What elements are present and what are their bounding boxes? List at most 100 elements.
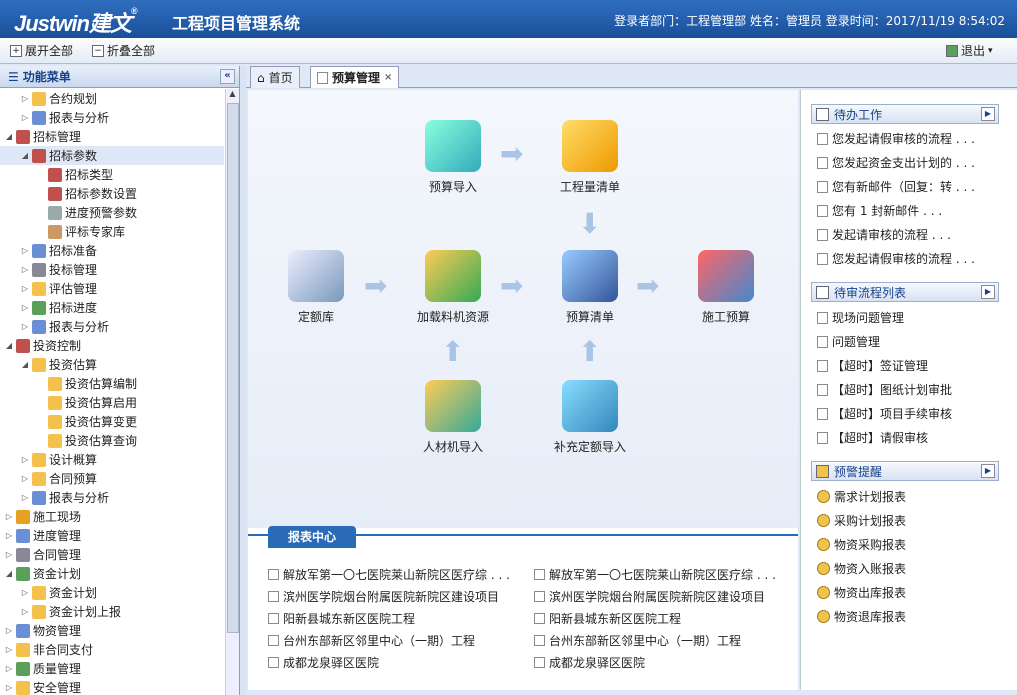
menu-item[interactable]: ◢ 投资控制: [0, 336, 224, 355]
flow-node-supplementary-quota-import[interactable]: 补充定额导入: [540, 380, 640, 455]
flow-node-construction-budget[interactable]: 施工预算: [676, 250, 776, 325]
menu-item[interactable]: ▷ 招标进度: [0, 298, 224, 317]
menu-item[interactable]: ▷ 资金计划: [0, 583, 224, 602]
report-link[interactable]: 解放军第一〇七医院莱山新院区医疗综 . . .: [534, 566, 792, 583]
report-link[interactable]: 阳新县城东新区医院工程: [534, 610, 792, 627]
menu-item[interactable]: ◢ 投资估算: [0, 355, 224, 374]
menu-item[interactable]: ▷ 招标准备: [0, 241, 224, 260]
todo-item[interactable]: 您有新邮件（回复：转 . . .: [817, 178, 997, 195]
expand-arrow-icon[interactable]: ▶: [981, 285, 995, 299]
menu-item[interactable]: 招标参数设置: [0, 184, 224, 203]
expander-icon[interactable]: ▷: [20, 303, 30, 312]
expander-icon[interactable]: ▷: [20, 246, 30, 255]
report-link[interactable]: 滨州医学院烟台附属医院新院区建设项目: [268, 588, 526, 605]
review-item[interactable]: 【超时】项目手续审核: [817, 405, 997, 422]
expander-icon[interactable]: ▷: [20, 94, 30, 103]
alert-item[interactable]: 物资采购报表: [817, 536, 997, 553]
tab-budget-management[interactable]: 预算管理 ×: [310, 66, 400, 88]
menu-item[interactable]: ◢ 资金计划: [0, 564, 224, 583]
menu-item[interactable]: ▷ 合约规划: [0, 89, 224, 108]
flow-node-quota-library[interactable]: 定额库: [266, 250, 366, 325]
expander-icon[interactable]: ◢: [20, 360, 30, 369]
report-link[interactable]: 阳新县城东新区医院工程: [268, 610, 526, 627]
expander-icon[interactable]: ▷: [4, 664, 14, 673]
alert-item[interactable]: 物资退库报表: [817, 608, 997, 625]
todo-item[interactable]: 发起请审核的流程 . . .: [817, 226, 997, 243]
todo-panel-header[interactable]: 待办工作 ▶: [811, 104, 999, 124]
menu-item[interactable]: ▷ 物资管理: [0, 621, 224, 640]
report-link[interactable]: 解放军第一〇七医院莱山新院区医疗综 . . .: [268, 566, 526, 583]
expand-all-button[interactable]: + 展开全部: [10, 42, 73, 59]
expander-icon[interactable]: ▷: [4, 683, 14, 692]
flow-node-labor-material-import[interactable]: 人材机导入: [403, 380, 503, 455]
menu-item[interactable]: ▷ 投标管理: [0, 260, 224, 279]
menu-item[interactable]: ◢ 招标管理: [0, 127, 224, 146]
menu-item[interactable]: 投资估算编制: [0, 374, 224, 393]
expander-icon[interactable]: ◢: [4, 569, 14, 578]
expander-icon[interactable]: ▷: [20, 322, 30, 331]
menu-item[interactable]: ▷ 进度管理: [0, 526, 224, 545]
alert-panel-header[interactable]: 预警提醒 ▶: [811, 461, 999, 481]
alert-item[interactable]: 物资入账报表: [817, 560, 997, 577]
menu-item[interactable]: 投资估算查询: [0, 431, 224, 450]
expander-icon[interactable]: ▷: [4, 531, 14, 540]
todo-item[interactable]: 您有 1 封新邮件 . . .: [817, 202, 997, 219]
scroll-up-arrow[interactable]: ▲: [226, 89, 239, 102]
menu-item[interactable]: ▷ 评估管理: [0, 279, 224, 298]
expand-arrow-icon[interactable]: ▶: [981, 464, 995, 478]
expander-icon[interactable]: ▷: [20, 113, 30, 122]
flow-node-bill-of-quantities[interactable]: 工程量清单: [540, 120, 640, 195]
expander-icon[interactable]: ▷: [20, 265, 30, 274]
menu-item[interactable]: ◢ 招标参数: [0, 146, 224, 165]
report-link[interactable]: 台州东部新区邻里中心（一期）工程: [534, 632, 792, 649]
menu-item[interactable]: ▷ 合同预算: [0, 469, 224, 488]
expander-icon[interactable]: ▷: [4, 626, 14, 635]
logout-button[interactable]: 退出 ▾: [946, 42, 993, 59]
collapse-sidebar-button[interactable]: «: [220, 69, 235, 84]
collapse-all-button[interactable]: − 折叠全部: [92, 42, 155, 59]
alert-item[interactable]: 采购计划报表: [817, 512, 997, 529]
flow-node-budget-import[interactable]: 预算导入: [403, 120, 503, 195]
menu-item[interactable]: ▷ 报表与分析: [0, 317, 224, 336]
menu-item[interactable]: 进度预警参数: [0, 203, 224, 222]
review-item[interactable]: 【超时】请假审核: [817, 429, 997, 446]
todo-item[interactable]: 您发起请假审核的流程 . . .: [817, 130, 997, 147]
expander-icon[interactable]: ◢: [4, 341, 14, 350]
menu-item[interactable]: ▷ 安全管理: [0, 678, 224, 695]
menu-item[interactable]: 招标类型: [0, 165, 224, 184]
menu-item[interactable]: 评标专家库: [0, 222, 224, 241]
expander-icon[interactable]: ▷: [4, 645, 14, 654]
menu-item[interactable]: ▷ 报表与分析: [0, 488, 224, 507]
todo-item[interactable]: 您发起请假审核的流程 . . .: [817, 250, 997, 267]
flow-node-budget-list[interactable]: 预算清单: [540, 250, 640, 325]
alert-item[interactable]: 需求计划报表: [817, 488, 997, 505]
report-link[interactable]: 成都龙泉驿区医院: [534, 654, 792, 671]
expander-icon[interactable]: ▷: [4, 512, 14, 521]
menu-item[interactable]: ▷ 施工现场: [0, 507, 224, 526]
expander-icon[interactable]: ▷: [20, 284, 30, 293]
expander-icon[interactable]: ◢: [4, 132, 14, 141]
report-link[interactable]: 台州东部新区邻里中心（一期）工程: [268, 632, 526, 649]
alert-item[interactable]: 物资出库报表: [817, 584, 997, 601]
expander-icon[interactable]: ▷: [20, 474, 30, 483]
menu-item[interactable]: ▷ 非合同支付: [0, 640, 224, 659]
menu-item[interactable]: ▷ 报表与分析: [0, 108, 224, 127]
review-item[interactable]: 问题管理: [817, 333, 997, 350]
review-panel-header[interactable]: 待审流程列表 ▶: [811, 282, 999, 302]
tab-home[interactable]: ⌂ 首页: [250, 66, 300, 88]
expand-arrow-icon[interactable]: ▶: [981, 107, 995, 121]
menu-item[interactable]: ▷ 资金计划上报: [0, 602, 224, 621]
panel-splitter[interactable]: [240, 66, 246, 695]
scroll-thumb[interactable]: [227, 103, 239, 633]
review-item[interactable]: 【超时】签证管理: [817, 357, 997, 374]
sidebar-scrollbar[interactable]: ▲: [225, 89, 239, 695]
report-link[interactable]: 滨州医学院烟台附属医院新院区建设项目: [534, 588, 792, 605]
expander-icon[interactable]: ▷: [20, 455, 30, 464]
menu-item[interactable]: ▷ 合同管理: [0, 545, 224, 564]
close-icon[interactable]: ×: [384, 72, 392, 83]
expander-icon[interactable]: ▷: [20, 493, 30, 502]
expander-icon[interactable]: ▷: [4, 550, 14, 559]
todo-item[interactable]: 您发起资金支出计划的 . . .: [817, 154, 997, 171]
report-link[interactable]: 成都龙泉驿区医院: [268, 654, 526, 671]
menu-item[interactable]: 投资估算变更: [0, 412, 224, 431]
